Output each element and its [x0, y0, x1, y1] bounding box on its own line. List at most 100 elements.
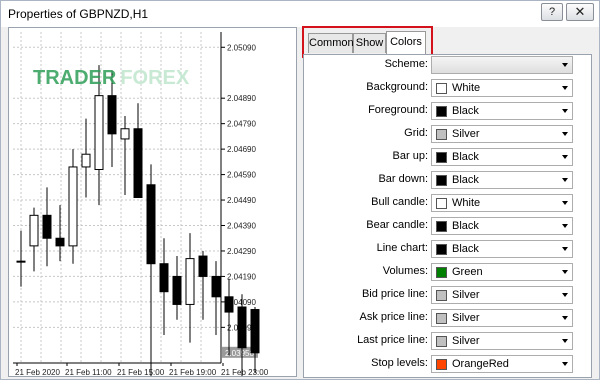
- watermark-logo: TRADER FOREX: [33, 67, 190, 89]
- color-swatch: [436, 129, 447, 140]
- bull-candle: [16, 260, 26, 263]
- price-label: 2.04790: [227, 120, 256, 129]
- color-dropdown-bar-up[interactable]: Black: [431, 148, 573, 166]
- color-label-grid: Grid:: [404, 127, 428, 139]
- bull-candle: [81, 153, 91, 168]
- chevron-down-icon: [562, 293, 568, 297]
- color-value-bid-price-line: Silver: [452, 289, 480, 301]
- color-value-bear-candle: Black: [452, 220, 479, 232]
- chevron-down-icon: [562, 63, 568, 67]
- color-label-background: Background:: [366, 81, 428, 93]
- time-label: 21 Feb 19:00: [169, 368, 217, 377]
- color-label-volumes: Volumes:: [382, 265, 428, 277]
- color-row-volumes: Volumes: Green: [303, 263, 593, 281]
- color-dropdown-bull-candle[interactable]: White: [431, 194, 573, 212]
- color-label-foreground: Foreground:: [368, 104, 428, 116]
- price-label: 2.04590: [227, 171, 256, 180]
- tab-show[interactable]: Show: [353, 33, 386, 53]
- color-value-bull-candle: White: [452, 197, 481, 209]
- color-row-grid: Grid: Silver: [303, 125, 593, 143]
- price-label: 2.04290: [227, 247, 256, 256]
- bull-candle: [120, 128, 130, 140]
- window-title: Properties of GBPNZD,H1: [8, 7, 149, 21]
- price-label: 2.04690: [227, 145, 256, 154]
- color-swatch: [436, 175, 447, 186]
- scheme-dropdown[interactable]: [431, 56, 573, 74]
- time-label: 21 Feb 11:00: [65, 368, 112, 377]
- bear-candle: [107, 95, 117, 135]
- color-swatch: [436, 336, 447, 347]
- color-row-last-price-line: Last price line: Silver: [303, 332, 593, 350]
- chevron-down-icon: [562, 155, 568, 159]
- color-row-ask-price-line: Ask price line: Silver: [303, 309, 593, 327]
- bear-candle: [237, 306, 247, 349]
- bear-candle: [146, 184, 156, 265]
- title-bar: Properties of GBPNZD,H1 ? ✕: [1, 1, 599, 27]
- chevron-down-icon: [562, 316, 568, 320]
- price-label: 2.05090: [227, 43, 256, 52]
- color-dropdown-grid[interactable]: Silver: [431, 125, 573, 143]
- bear-candle: [172, 275, 182, 305]
- tab-colors[interactable]: Colors: [386, 31, 426, 54]
- color-label-last-price-line: Last price line:: [357, 334, 428, 346]
- help-button[interactable]: ?: [541, 3, 563, 21]
- chevron-down-icon: [562, 109, 568, 113]
- watermark-part-2: FOREX: [120, 67, 190, 89]
- color-dropdown-line-chart[interactable]: Black: [431, 240, 573, 258]
- bull-candle: [185, 258, 195, 305]
- color-label-ask-price-line: Ask price line:: [359, 311, 428, 323]
- color-dropdown-bear-candle[interactable]: Black: [431, 217, 573, 235]
- color-label-bar-up: Bar up:: [392, 150, 428, 162]
- price-label: 2.04890: [227, 94, 256, 103]
- color-dropdown-bar-down[interactable]: Black: [431, 171, 573, 189]
- color-dropdown-background[interactable]: White: [431, 79, 573, 97]
- color-swatch: [436, 221, 447, 232]
- color-dropdown-last-price-line[interactable]: Silver: [431, 332, 573, 350]
- color-row-bull-candle: Bull candle: White: [303, 194, 593, 212]
- color-row-foreground: Foreground: Black: [303, 102, 593, 120]
- color-row-background: Background: White: [303, 79, 593, 97]
- color-label-stop-levels: Stop levels:: [371, 357, 428, 369]
- color-dropdown-bid-price-line[interactable]: Silver: [431, 286, 573, 304]
- color-swatch: [436, 313, 447, 324]
- price-label: 2.04490: [227, 196, 256, 205]
- scheme-label: Scheme:: [384, 58, 428, 70]
- color-value-background: White: [452, 82, 481, 94]
- color-swatch: [436, 290, 447, 301]
- color-label-bull-candle: Bull candle:: [371, 196, 428, 208]
- chevron-down-icon: [562, 178, 568, 182]
- color-dropdown-volumes[interactable]: Green: [431, 263, 573, 281]
- color-value-bar-down: Black: [452, 174, 479, 186]
- price-label: 2.04390: [227, 222, 256, 231]
- bear-candle: [133, 128, 143, 198]
- color-row-stop-levels: Stop levels: OrangeRed: [303, 355, 593, 373]
- bear-candle: [42, 214, 52, 239]
- bear-candle: [224, 296, 234, 313]
- color-swatch: [436, 359, 447, 370]
- tab-common[interactable]: Common: [308, 33, 354, 53]
- color-label-bear-candle: Bear candle:: [366, 219, 428, 231]
- color-swatch: [436, 152, 447, 163]
- color-row-bar-up: Bar up: Black: [303, 148, 593, 166]
- chevron-down-icon: [562, 224, 568, 228]
- color-dropdown-stop-levels[interactable]: OrangeRed: [431, 355, 573, 373]
- bull-candle: [29, 214, 39, 247]
- color-value-last-price-line: Silver: [452, 335, 480, 347]
- time-label: 21 Feb 23:00: [221, 368, 269, 377]
- color-dropdown-foreground[interactable]: Black: [431, 102, 573, 120]
- chart-svg: 2.05090 2.04890 2.04790 2.04690 2.04590 2.044…: [13, 32, 269, 377]
- color-label-bar-down: Bar down:: [378, 173, 428, 185]
- color-dropdown-ask-price-line[interactable]: Silver: [431, 309, 573, 327]
- watermark-part-1: TRADER: [33, 67, 117, 89]
- bear-candle: [55, 237, 65, 247]
- bear-candle: [159, 263, 169, 293]
- price-label: 2.04190: [227, 272, 256, 281]
- color-swatch: [436, 106, 447, 117]
- close-button[interactable]: ✕: [566, 3, 594, 21]
- color-label-bid-price-line: Bid price line:: [361, 288, 428, 300]
- bull-candle: [94, 95, 104, 170]
- color-label-line-chart: Line chart:: [376, 242, 428, 254]
- color-value-volumes: Green: [452, 266, 483, 278]
- color-swatch: [436, 267, 447, 278]
- color-value-foreground: Black: [452, 105, 479, 117]
